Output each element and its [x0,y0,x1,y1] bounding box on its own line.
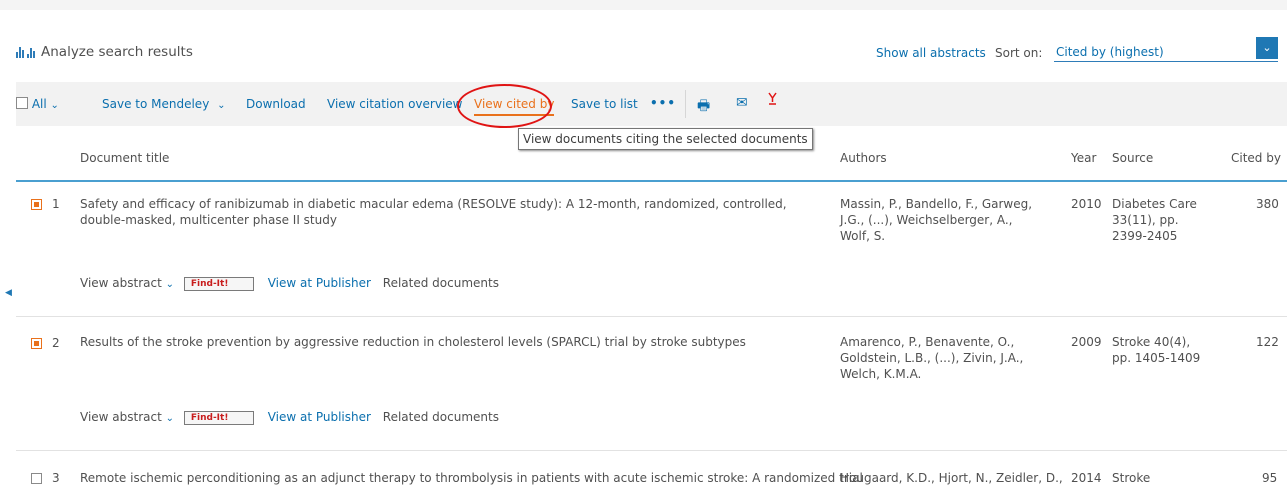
annotation-circle [457,84,552,128]
column-header-authors[interactable]: Authors [840,151,887,165]
row-divider [16,316,1287,317]
source-link[interactable]: Diabetes Care 33(11), pp. 2399-2405 [1112,196,1212,244]
source-link[interactable]: Stroke [1112,470,1150,486]
save-to-list-button[interactable]: Save to list [571,97,638,111]
results-toolbar: All ⌄ Save to Mendeley ⌄ Download View c… [16,82,1287,126]
authors: Hougaard, K.D., Hjort, N., Zeidler, D., [840,471,1063,485]
save-to-mendeley-button[interactable]: Save to Mendeley ⌄ [102,97,226,111]
analyze-label: Analyze search results [41,44,193,60]
pdf-icon[interactable] [767,92,778,106]
find-it-button[interactable]: Find-It! [183,410,254,425]
row-links: View abstract ⌄ Find-It! View at Publish… [80,410,499,425]
related-documents-link[interactable]: Related documents [383,276,499,290]
chevron-down-icon[interactable]: ⌄ [51,100,59,111]
header-divider [16,180,1287,182]
top-strip [0,0,1287,10]
year: 2009 [1071,335,1102,349]
view-abstract-link[interactable]: View abstract ⌄ [80,276,174,290]
row-divider [16,450,1287,451]
bar-chart-icon [16,46,35,58]
find-it-label: Find-It! [190,412,229,423]
sort-label: Sort on: [995,46,1043,60]
cited-by-count[interactable]: 95 [1262,470,1277,486]
sort-value: Cited by (highest) [1056,45,1164,59]
view-abstract-label: View abstract [80,410,162,424]
email-icon[interactable]: ✉ [736,95,748,111]
document-title-link[interactable]: Safety and efficacy of ranibizumab in di… [80,196,800,228]
column-header-cited-by[interactable]: Cited by [1231,151,1281,165]
authors: Amarenco, P., Benavente, O., Goldstein, … [840,335,1024,381]
print-icon[interactable]: 🖶 [697,95,710,119]
cited-by-count[interactable]: 380 [1256,196,1279,212]
column-header-year[interactable]: Year [1071,151,1096,165]
download-button[interactable]: Download [246,97,306,111]
column-header-source[interactable]: Source [1112,151,1153,165]
chevron-down-icon: ⌄ [165,413,175,424]
toolbar-divider [685,90,686,118]
row-checkbox[interactable] [31,199,42,210]
show-all-abstracts-link[interactable]: Show all abstracts [876,46,986,60]
document-title-link[interactable]: Remote ischemic perconditioning as an ad… [80,470,863,486]
row-number: 3 [52,471,60,485]
analyze-search-results[interactable]: Analyze search results [16,44,193,60]
select-all-label: All [31,97,47,111]
find-it-label: Find-It! [190,278,229,289]
select-all[interactable]: All ⌄ [16,97,59,111]
authors: Massin, P., Bandello, F., Garweg, J.G., … [840,197,1033,243]
view-citation-overview-button[interactable]: View citation overview [327,97,462,111]
column-header-title[interactable]: Document title [80,151,169,165]
related-documents-link[interactable]: Related documents [383,410,499,424]
chevron-down-icon[interactable]: ⌄ [217,100,225,111]
year: 2010 [1071,197,1102,211]
select-all-checkbox[interactable] [16,97,28,109]
chevron-down-icon[interactable]: ⌄ [1256,37,1278,59]
view-cited-by-tooltip: View documents citing the selected docum… [518,128,813,150]
view-abstract-label: View abstract [80,276,162,290]
cited-by-count[interactable]: 122 [1256,334,1279,350]
save-to-mendeley-label: Save to Mendeley [102,97,210,111]
row-number: 1 [52,197,60,211]
more-options-icon[interactable]: ••• [650,96,676,110]
view-at-publisher-link[interactable]: View at Publisher [268,410,371,424]
document-title-link[interactable]: Results of the stroke prevention by aggr… [80,334,800,350]
view-abstract-link[interactable]: View abstract ⌄ [80,410,174,424]
chevron-down-icon: ⌄ [165,279,175,290]
row-links: View abstract ⌄ Find-It! View at Publish… [80,276,499,291]
row-checkbox[interactable] [31,473,42,484]
view-at-publisher-link[interactable]: View at Publisher [268,276,371,290]
find-it-button[interactable]: Find-It! [183,276,254,291]
collapse-sidebar-icon[interactable]: ◀ [5,288,12,298]
sort-select[interactable]: Cited by (highest) ⌄ [1054,37,1278,62]
source-link[interactable]: Stroke 40(4), pp. 1405-1409 [1112,334,1212,366]
row-number: 2 [52,336,60,350]
row-checkbox[interactable] [31,338,42,349]
year: 2014 [1071,471,1102,485]
